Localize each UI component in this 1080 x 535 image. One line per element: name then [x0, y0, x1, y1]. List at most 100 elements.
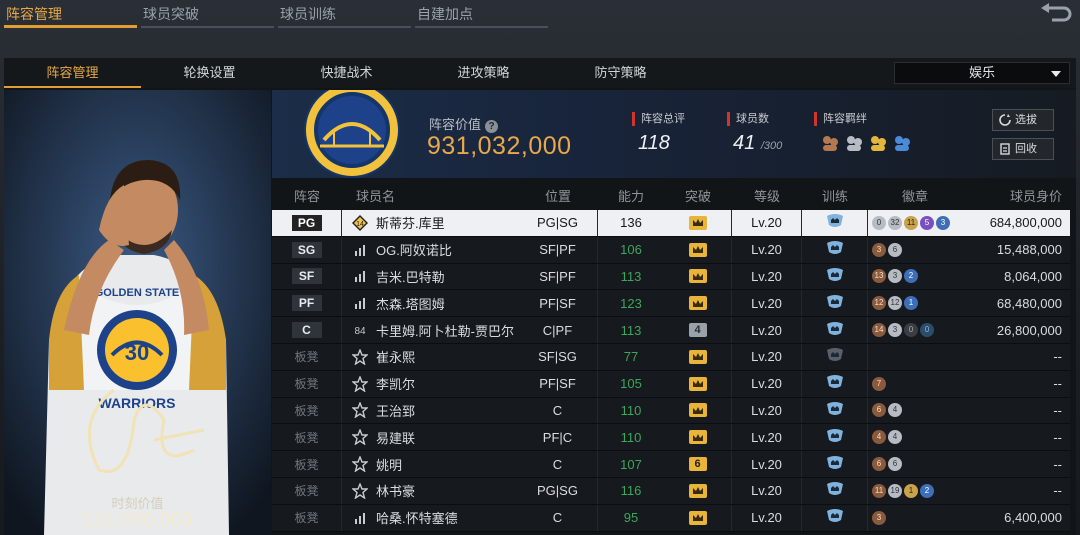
shield-icon: [825, 374, 845, 393]
training-cell[interactable]: [802, 370, 868, 397]
badges-cell[interactable]: 44: [868, 430, 958, 445]
stat-number: 118: [638, 132, 670, 154]
badges-cell[interactable]: 36: [868, 242, 958, 257]
table-row[interactable]: 板凳 林书豪 PG|SG 116 Lv.20 11 19 1 2 --: [272, 477, 1070, 505]
badge-chip: 12: [888, 296, 902, 311]
table-row[interactable]: 板凳 哈桑.怀特塞德 C 95 Lv.20 3 6,400,000: [272, 504, 1070, 532]
training-cell[interactable]: [802, 343, 868, 370]
shield-icon: [825, 508, 845, 527]
breakthrough-cell[interactable]: 4: [664, 317, 732, 343]
badge-chip: 6: [872, 457, 886, 472]
breakthrough-cell[interactable]: [664, 343, 732, 370]
training-cell[interactable]: [802, 451, 868, 477]
bars-icon: [355, 298, 365, 310]
badges-cell[interactable]: 66: [868, 457, 958, 472]
level-cell: Lv.20: [732, 477, 802, 504]
table-row[interactable]: PF 杰森.塔图姆 PF|SF 123 Lv.20 12 12 1 68,480,000: [272, 290, 1070, 318]
top-tab-bar: 阵容管理 球员突破 球员训练 自建加点: [0, 0, 560, 30]
breakthrough-cell[interactable]: [664, 210, 732, 236]
subtab-lineup[interactable]: 阵容管理: [4, 58, 141, 88]
badges-cell[interactable]: 64: [868, 403, 958, 418]
number-icon: 84: [354, 326, 366, 337]
table-row[interactable]: SG OG.阿奴诺比 SF|PF 106 Lv.20 3 6 15,488,000: [272, 236, 1070, 264]
ability-cell: 123: [620, 295, 642, 311]
tab-player-breakthrough[interactable]: 球员突破: [137, 0, 274, 30]
badge-chip: 32: [888, 215, 902, 230]
lineup-cell: PG: [272, 210, 342, 236]
breakthrough-level: 4: [688, 323, 707, 338]
name-cell: 林书豪: [342, 481, 518, 500]
lineup-cell: 板凳: [272, 477, 342, 504]
shield-icon: [825, 401, 845, 420]
team-header: 阵容价值? 931,032,000 阵容总评 118 球员数 41 /300 阵…: [272, 82, 1076, 178]
mode-dropdown[interactable]: 娱乐: [894, 62, 1070, 84]
app-root: 阵容管理 球员突破 球员训练 自建加点 阵容管理 轮换设置 快捷战术 进攻策略 …: [0, 0, 1080, 535]
badges-cell[interactable]: 14 3 0 0: [868, 323, 958, 338]
training-cell[interactable]: [802, 290, 868, 317]
badge-chip: 1: [904, 296, 918, 311]
value-cell: 68,480,000: [996, 295, 1062, 311]
badges-cell[interactable]: 3: [868, 510, 958, 525]
training-cell[interactable]: [802, 210, 868, 236]
position-cell: PF|C: [518, 424, 598, 451]
breakthrough-cell[interactable]: [664, 397, 732, 424]
name-cell: 杰森.塔图姆: [342, 294, 518, 313]
table-row[interactable]: PG 14 斯蒂芬.库里 PG|SG 136 Lv.20 0 32 11 5 3 684,800,00…: [272, 210, 1070, 237]
tab-player-training[interactable]: 球员训练: [274, 0, 411, 30]
table-row[interactable]: 板凳 王治郅 C 110 Lv.20 6 4 --: [272, 397, 1070, 425]
breakthrough-cell[interactable]: [664, 236, 732, 263]
breakthrough-cell[interactable]: [664, 290, 732, 317]
badges-cell[interactable]: 13 3 2: [868, 269, 958, 284]
recycle-button[interactable]: 回收: [992, 138, 1054, 160]
training-cell[interactable]: [802, 317, 868, 343]
table-row[interactable]: C 84 卡里姆.阿卜杜勒-贾巴尔 C|PF 113 4 Lv.20 14 3 0 0 26,800,…: [272, 317, 1070, 344]
subtab-defense[interactable]: 防守策略: [552, 58, 689, 88]
breakthrough-cell[interactable]: [664, 477, 732, 504]
training-cell[interactable]: [802, 236, 868, 263]
table-row[interactable]: 板凳 姚明 C 107 6 Lv.20 6 6 --: [272, 451, 1070, 478]
breakthrough-cell[interactable]: [664, 370, 732, 397]
table-row[interactable]: 板凳 李凯尔 PF|SF 105 Lv.20 7 --: [272, 370, 1070, 398]
table-row[interactable]: SF 吉米.巴特勒 SF|PF 113 Lv.20 13 3 2 8,064,000: [272, 263, 1070, 291]
player-name: 易建联: [376, 430, 416, 446]
training-cell[interactable]: [802, 477, 868, 504]
breakthrough-cell[interactable]: 6: [664, 451, 732, 477]
warriors-logo-icon: [300, 82, 404, 183]
back-icon[interactable]: [1038, 2, 1074, 24]
tab-custom-points[interactable]: 自建加点: [411, 0, 548, 30]
badge-chip: 0: [872, 215, 886, 230]
breakthrough-cell[interactable]: [664, 504, 732, 531]
breakthrough-cell[interactable]: [664, 263, 732, 290]
training-cell[interactable]: [802, 263, 868, 290]
pick-button[interactable]: 选拔: [992, 109, 1054, 131]
breakthrough-cell[interactable]: [664, 424, 732, 451]
value-cell: 15,488,000: [996, 242, 1062, 258]
training-cell[interactable]: [802, 504, 868, 531]
badges-cell[interactable]: 11 19 1 2: [868, 483, 958, 498]
jersey-team: WARRIORS: [99, 395, 176, 411]
ability-cell: 95: [623, 510, 639, 526]
subtab-rotation[interactable]: 轮换设置: [141, 58, 278, 88]
badges-cell[interactable]: 7: [868, 376, 958, 391]
player-card[interactable]: 30 GOLDEN STATE WARRIORS 时刻价值 121,000,00…: [4, 90, 271, 535]
bond-icons[interactable]: [814, 134, 912, 152]
badges-cell[interactable]: 12 12 1: [868, 296, 958, 311]
bond-blue-icon: [895, 136, 910, 151]
position-cell: PG|SG: [518, 210, 598, 236]
stat-number: 41: [733, 132, 756, 154]
subtab-quick-tactics[interactable]: 快捷战术: [278, 58, 415, 88]
subtab-offense[interactable]: 进攻策略: [415, 58, 552, 88]
training-cell[interactable]: [802, 424, 868, 451]
table-row[interactable]: 板凳 易建联 PF|C 110 Lv.20 4 4 --: [272, 424, 1070, 452]
tab-lineup-management[interactable]: 阵容管理: [0, 0, 137, 30]
badges-cell[interactable]: 0 32 11 5 3: [868, 215, 958, 230]
shield-icon: [825, 267, 845, 286]
jersey-text: GOLDEN STATE: [95, 287, 180, 299]
table-row[interactable]: 板凳 崔永熙 SF|SG 77 Lv.20 --: [272, 343, 1070, 371]
training-cell[interactable]: [802, 397, 868, 424]
shield-icon: [825, 240, 845, 259]
name-cell: 李凯尔: [342, 374, 518, 393]
stat-label: 阵容羁绊: [814, 112, 912, 126]
stat-team-rating: 阵容总评 118: [632, 112, 685, 155]
lineup-value: 931,032,000: [427, 132, 572, 160]
